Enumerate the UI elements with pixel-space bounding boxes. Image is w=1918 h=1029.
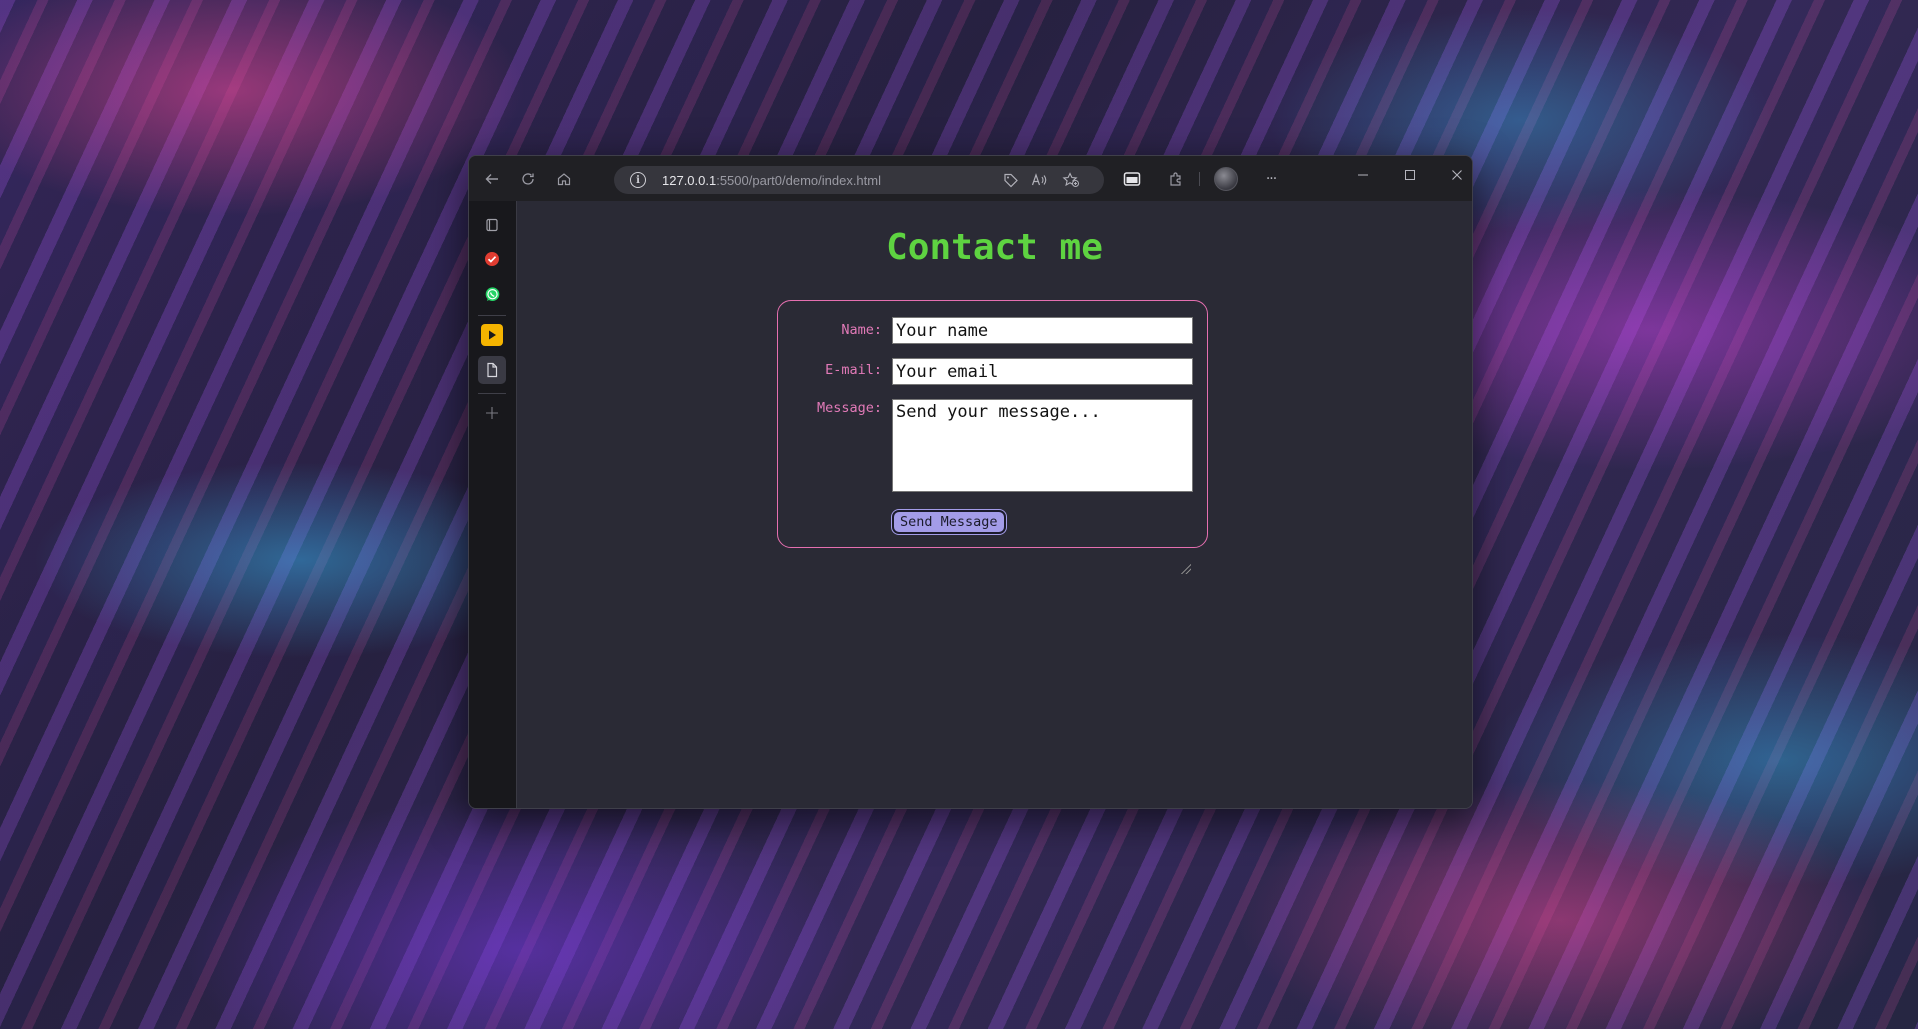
site-info-icon[interactable]: i bbox=[630, 172, 646, 188]
email-label: E-mail: bbox=[825, 362, 882, 378]
page-content: Contact me Name: E-mail: Message: Send y… bbox=[517, 201, 1472, 808]
textarea-resize-handle[interactable] bbox=[1181, 564, 1191, 574]
name-field[interactable] bbox=[892, 317, 1193, 344]
close-icon[interactable] bbox=[1442, 164, 1472, 186]
whatsapp-icon[interactable] bbox=[478, 280, 506, 308]
avatar bbox=[1214, 167, 1238, 191]
more-icon[interactable]: ··· bbox=[1258, 166, 1284, 192]
add-favorite-icon[interactable] bbox=[1060, 169, 1082, 191]
sidebar-divider bbox=[478, 393, 506, 394]
browser-window: i 127.0.0.1:5500/part0/demo/index.html ·… bbox=[468, 155, 1473, 809]
checkmark-icon[interactable] bbox=[478, 245, 506, 273]
play-icon[interactable] bbox=[478, 321, 506, 349]
address-bar[interactable]: i 127.0.0.1:5500/part0/demo/index.html bbox=[614, 166, 1104, 194]
tag-icon[interactable] bbox=[1000, 169, 1022, 191]
toolbar-divider bbox=[1199, 172, 1200, 186]
plus-icon[interactable] bbox=[478, 399, 506, 427]
profile-avatar[interactable] bbox=[1213, 166, 1239, 192]
refresh-icon[interactable] bbox=[515, 166, 541, 192]
browser-titlebar: i 127.0.0.1:5500/part0/demo/index.html ·… bbox=[469, 156, 1472, 201]
back-arrow-icon[interactable] bbox=[479, 166, 505, 192]
home-icon[interactable] bbox=[551, 166, 577, 192]
minimize-icon[interactable] bbox=[1348, 164, 1378, 186]
message-field[interactable]: Send your message... bbox=[892, 399, 1193, 492]
message-label: Message: bbox=[816, 400, 882, 416]
url-text[interactable]: 127.0.0.1:5500/part0/demo/index.html bbox=[662, 173, 881, 188]
maximize-icon[interactable] bbox=[1395, 164, 1425, 186]
name-label: Name: bbox=[841, 322, 882, 338]
sidebar-divider bbox=[478, 315, 506, 316]
split-screen-icon[interactable] bbox=[1119, 166, 1145, 192]
browser-sidebar bbox=[469, 201, 517, 808]
page-title: Contact me bbox=[886, 227, 1103, 268]
email-field[interactable] bbox=[892, 358, 1193, 385]
extensions-icon[interactable] bbox=[1163, 166, 1189, 192]
document-icon[interactable] bbox=[478, 356, 506, 384]
read-aloud-icon[interactable] bbox=[1029, 169, 1051, 191]
contact-form: Name: E-mail: Message: Send your message… bbox=[777, 300, 1208, 574]
media-player-tile bbox=[481, 324, 503, 346]
tabs-icon[interactable] bbox=[478, 211, 506, 239]
send-message-button[interactable]: Send Message bbox=[892, 510, 1006, 534]
